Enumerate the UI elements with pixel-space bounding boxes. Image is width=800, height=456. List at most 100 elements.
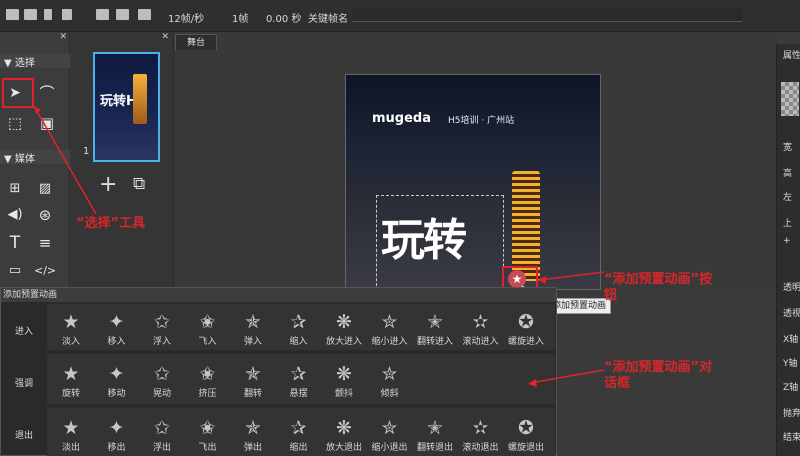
save-icon[interactable] xyxy=(96,9,109,20)
delete-icon[interactable] xyxy=(44,9,52,20)
preset-animation-item[interactable]: ✫ 滚动进入 xyxy=(461,312,501,347)
tooltip-text: 添加预置动画 xyxy=(552,301,607,311)
preset-animation-item[interactable]: ✭ 翻转退出 xyxy=(415,418,455,453)
preset-animation-item[interactable]: ✯ 弹出 xyxy=(233,418,273,453)
tower-graphic xyxy=(133,74,147,124)
paragraph-icon[interactable]: ≡ xyxy=(34,232,56,254)
select-section-header[interactable]: ▼ 选择 xyxy=(0,54,70,69)
preset-animation-label: 浮入 xyxy=(152,337,171,347)
tower-graphic xyxy=(512,171,540,281)
code-icon[interactable]: </> xyxy=(34,260,56,282)
preset-animation-item[interactable]: ✩ 浮入 xyxy=(142,312,182,347)
title-text: 玩转 xyxy=(381,215,467,266)
preset-animation-item[interactable]: ✬ 挤压 xyxy=(188,364,228,399)
preset-animation-item[interactable]: ❋ 颤抖 xyxy=(324,364,364,399)
preset-animation-item[interactable]: ✭ 翻转进入 xyxy=(415,312,455,347)
perspective-label: 透视 xyxy=(783,309,800,319)
star-animation-icon: ✯ xyxy=(245,417,261,439)
preset-animation-label: 晃动 xyxy=(152,389,171,399)
preset-animation-item[interactable]: ❋ 放大退出 xyxy=(324,418,364,453)
preset-animation-item[interactable]: ✪ 螺旋进入 xyxy=(506,312,546,347)
new-file-icon[interactable] xyxy=(6,9,19,20)
preset-animation-label: 缩小进入 xyxy=(371,337,408,347)
crop-icon[interactable]: ▣ xyxy=(36,112,58,134)
add-preset-animation-dialog: 添加预置动画 进入 强调 退出 ★ 淡入 ✦ 移入 ✩ 浮入 ✬ 飞入 ✯ 弹入 ✰ 缩入 ❋ 放大进入 ✮… xyxy=(0,287,557,456)
add-page-icon[interactable]: + xyxy=(99,172,117,197)
star-animation-icon: ✩ xyxy=(154,417,170,439)
preset-animation-label: 放大退出 xyxy=(325,443,362,453)
fps-readout: 12帧/秒 xyxy=(168,14,205,25)
width-label: 宽 xyxy=(783,143,793,153)
star-animation-icon: ✪ xyxy=(518,417,534,439)
apps-grid-icon[interactable]: ⊞ xyxy=(4,178,26,200)
preset-animation-item[interactable]: ✩ 浮出 xyxy=(142,418,182,453)
page-thumbnail[interactable]: 玩转H5 xyxy=(93,52,160,162)
subtitle-text: H5培训 · 广州站 xyxy=(448,116,515,126)
star-animation-icon: ✦ xyxy=(108,417,125,439)
preset-animation-label: 缩小退出 xyxy=(371,443,408,453)
time-readout: 0.00 秒 xyxy=(266,14,302,25)
preset-animation-item[interactable]: ❋ 放大进入 xyxy=(324,312,364,347)
grid-icon[interactable] xyxy=(138,9,151,20)
preset-animation-label: 翻转退出 xyxy=(416,443,453,453)
duplicate-page-icon[interactable]: ⧉ xyxy=(133,174,145,194)
preset-animation-item[interactable]: ✰ 悬摆 xyxy=(279,364,319,399)
stage-canvas[interactable]: mugeda H5培训 · 广州站 玩转 xyxy=(345,74,601,291)
preset-animation-item[interactable]: ✮ 缩小退出 xyxy=(370,418,410,453)
preset-animation-item[interactable]: ★ 淡入 xyxy=(51,312,91,347)
y-axis-label: Y轴 xyxy=(783,359,798,369)
preset-animation-item[interactable]: ✩ 晃动 xyxy=(142,364,182,399)
star-animation-icon: ❋ xyxy=(336,417,352,439)
keyframe-name-input[interactable] xyxy=(352,8,742,22)
transform-icon[interactable]: ⬚ xyxy=(4,112,26,134)
dialog-title: 添加预置动画 xyxy=(1,288,556,302)
preset-animation-label: 倾斜 xyxy=(380,389,399,399)
frame-count: 1帧 xyxy=(232,14,249,25)
preset-animation-item[interactable]: ★ 旋转 xyxy=(51,364,91,399)
preset-animation-item[interactable]: ✬ 飞入 xyxy=(188,312,228,347)
add-anim-button-callout-1: “添加预置动画”按 xyxy=(604,272,713,287)
selected-text-box[interactable]: 玩转 xyxy=(376,195,504,291)
select-tool-callout: “选择”工具 xyxy=(76,216,146,231)
video-icon[interactable]: ⊛ xyxy=(34,204,56,226)
brand-logo: mugeda xyxy=(372,111,432,126)
star-animation-icon: ★ xyxy=(62,311,80,333)
preset-animation-item[interactable]: ★ 淡出 xyxy=(51,418,91,453)
text-icon[interactable]: T xyxy=(4,232,26,254)
preset-animation-item[interactable]: ✦ 移动 xyxy=(97,364,137,399)
image-icon[interactable]: ▨ xyxy=(34,178,56,200)
star-animation-icon: ★ xyxy=(62,417,80,439)
lasso-icon[interactable]: ⌒ xyxy=(36,82,58,104)
preset-animation-label: 移出 xyxy=(107,443,126,453)
slideshow-icon[interactable]: ▭ xyxy=(4,260,26,282)
preset-animation-item[interactable]: ✦ 移入 xyxy=(97,312,137,347)
trash-icon[interactable] xyxy=(62,9,72,20)
preset-animation-item[interactable]: ✰ 缩出 xyxy=(279,418,319,453)
star-animation-icon: ✮ xyxy=(381,363,398,385)
preset-animation-item[interactable]: ✫ 滚动退出 xyxy=(461,418,501,453)
media-section-header[interactable]: ▼ 媒体 xyxy=(0,150,70,165)
plus-label: + xyxy=(783,236,791,246)
stage-area: 舞台 mugeda H5培训 · 广州站 玩转 xyxy=(175,32,775,291)
preset-animation-item[interactable]: ✮ 缩小进入 xyxy=(370,312,410,347)
preset-animation-item[interactable]: ✯ 弹入 xyxy=(233,312,273,347)
star-animation-icon: ✫ xyxy=(472,311,489,333)
preset-animation-item[interactable]: ✮ 倾斜 xyxy=(370,364,410,399)
star-animation-icon: ✬ xyxy=(199,417,216,439)
tab-stage[interactable]: 舞台 xyxy=(175,34,217,50)
save-as-icon[interactable] xyxy=(116,9,129,20)
preset-animation-label: 滚动退出 xyxy=(462,443,499,453)
preset-animation-item[interactable]: ✦ 移出 xyxy=(97,418,137,453)
audio-icon[interactable]: ◀) xyxy=(4,204,26,226)
preset-animation-label: 飞出 xyxy=(198,443,217,453)
preset-animation-label: 螺旋进入 xyxy=(507,337,544,347)
preset-animation-item[interactable]: ✬ 飞出 xyxy=(188,418,228,453)
close-icon[interactable]: ✕ xyxy=(161,32,169,42)
preset-animation-item[interactable]: ✯ 翻转 xyxy=(233,364,273,399)
close-icon[interactable]: ✕ xyxy=(59,32,67,42)
preset-animation-item[interactable]: ✪ 螺旋退出 xyxy=(506,418,546,453)
open-folder-icon[interactable] xyxy=(24,9,37,20)
star-animation-icon: ✭ xyxy=(427,417,443,439)
preset-animation-item[interactable]: ✰ 缩入 xyxy=(279,312,319,347)
enter-row-label: 进入 xyxy=(14,327,33,337)
